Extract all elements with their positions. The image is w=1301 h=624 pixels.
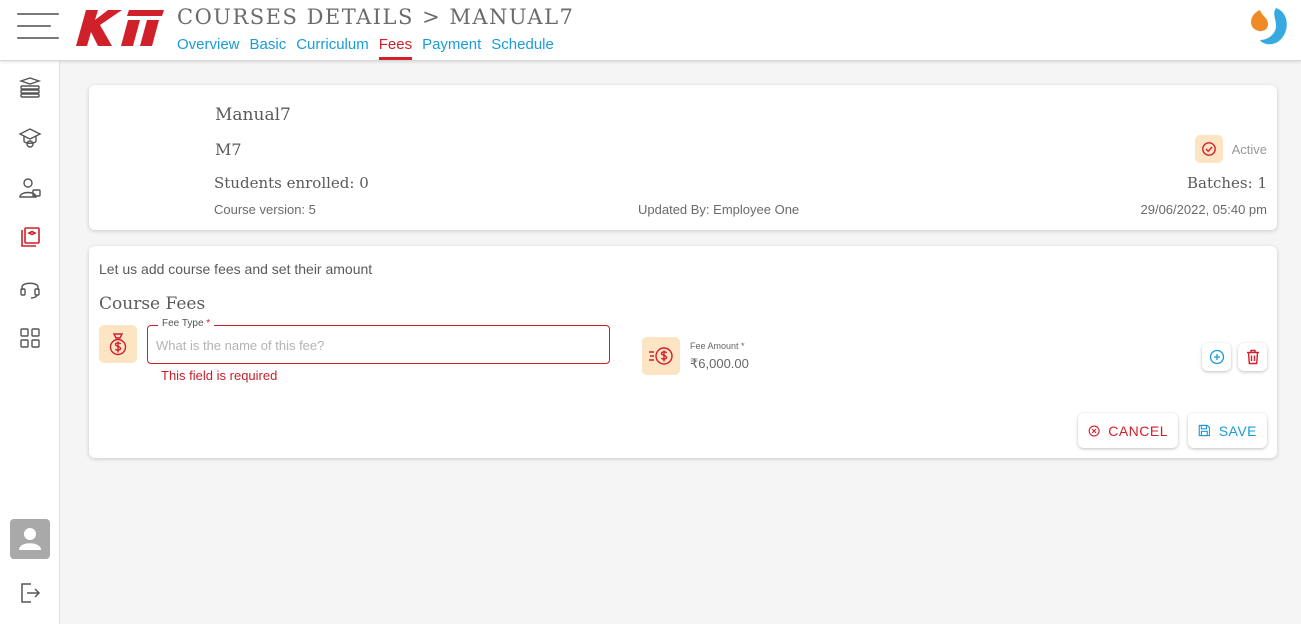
batches-count: Batches: 1 xyxy=(1187,174,1267,192)
fee-type-label: Fee Type * xyxy=(158,318,215,329)
close-circle-icon xyxy=(1088,425,1100,436)
tab-payment[interactable]: Payment xyxy=(422,36,481,60)
tab-schedule[interactable]: Schedule xyxy=(491,36,554,60)
course-name: Manual7 xyxy=(215,105,291,125)
save-button[interactable]: SAVE xyxy=(1188,413,1267,448)
section-title: Course Fees xyxy=(99,294,206,314)
sidebar xyxy=(0,61,60,624)
status-text: Active xyxy=(1231,141,1267,157)
money-fast-icon xyxy=(642,337,680,375)
updated-datetime: 29/06/2022, 05:40 pm xyxy=(1140,202,1268,217)
course-code: M7 xyxy=(215,140,242,159)
fees-intro-text: Let us add course fees and set their amo… xyxy=(99,261,373,277)
status-badge: Active xyxy=(1194,135,1267,163)
graduate-icon[interactable] xyxy=(18,126,42,150)
tab-basic[interactable]: Basic xyxy=(250,36,287,60)
app-header: COURSES DETAILS > MANUAL7 Overview Basic… xyxy=(0,0,1301,61)
tab-overview[interactable]: Overview xyxy=(177,36,240,60)
course-book-icon[interactable] xyxy=(18,226,42,250)
tab-curriculum[interactable]: Curriculum xyxy=(296,36,369,60)
add-fee-button[interactable] xyxy=(1202,343,1231,371)
fee-type-label-text: Fee Type xyxy=(162,318,204,329)
fee-type-field: Fee Type * xyxy=(147,318,610,364)
menu-hamburger-icon[interactable] xyxy=(17,13,59,39)
course-version: Course version: 5 xyxy=(214,202,316,217)
fee-amount-value[interactable]: ₹6,000.00 xyxy=(690,356,749,372)
course-fees-card: Let us add course fees and set their amo… xyxy=(89,246,1277,458)
tab-fees[interactable]: Fees xyxy=(378,36,413,60)
students-enrolled: Students enrolled: 0 xyxy=(214,174,369,192)
floppy-disk-icon xyxy=(1198,424,1210,437)
save-label: SAVE xyxy=(1218,422,1257,439)
user-teacher-icon[interactable] xyxy=(18,176,42,200)
money-bag-icon xyxy=(99,325,137,363)
fee-amount-label: Fee Amount * xyxy=(690,341,745,351)
plus-circle-icon xyxy=(1209,349,1224,365)
fee-type-error: This field is required xyxy=(161,368,278,383)
logout-icon[interactable] xyxy=(18,581,42,605)
avatar-icon xyxy=(19,528,41,550)
page-title: COURSES DETAILS > MANUAL7 xyxy=(177,5,575,29)
fee-type-input[interactable] xyxy=(156,334,596,356)
brand-swirl-icon xyxy=(1251,8,1287,45)
required-mark: * xyxy=(206,318,211,329)
delete-fee-button[interactable] xyxy=(1238,343,1267,371)
kii-logo xyxy=(76,10,164,46)
books-icon[interactable] xyxy=(18,76,42,100)
cancel-button[interactable]: CANCEL xyxy=(1078,413,1178,448)
check-circle-icon xyxy=(1194,135,1223,163)
grid-icon[interactable] xyxy=(18,326,42,350)
course-tabs: Overview Basic Curriculum Fees Payment S… xyxy=(177,36,554,60)
avatar[interactable] xyxy=(10,519,50,559)
cancel-label: CANCEL xyxy=(1108,422,1168,439)
headset-icon[interactable] xyxy=(18,276,42,300)
updated-by: Updated By: Employee One xyxy=(638,202,800,217)
trash-icon xyxy=(1246,349,1259,365)
course-info-card: Manual7 M7 Students enrolled: 0 Course v… xyxy=(89,85,1277,230)
